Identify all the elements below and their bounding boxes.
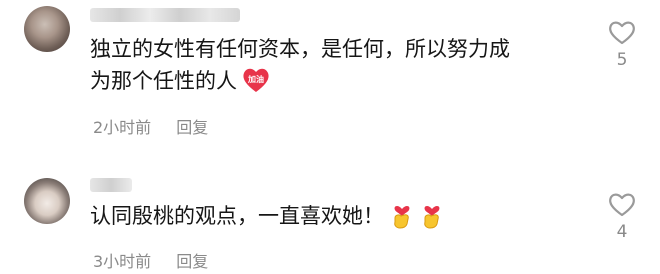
- comment-item: 认同殷桃的观点，一直喜欢她！ 3小时前 回复 4: [0, 150, 660, 274]
- finger-heart-emoji: [420, 200, 444, 230]
- like-button[interactable]: 5: [602, 18, 642, 70]
- timestamp: 3小时前: [93, 252, 152, 271]
- comment-text: 认同殷桃的观点，一直喜欢她！: [90, 200, 444, 232]
- like-count: 4: [616, 222, 628, 242]
- comment-text-line: 独立的女性有任何资本，是任何，所以努力成: [90, 37, 510, 61]
- comment-text-line: 为那个任性的人 加油: [90, 65, 510, 97]
- like-count: 5: [616, 50, 628, 70]
- comment-text-line: 认同殷桃的观点，一直喜欢她！: [90, 200, 444, 232]
- comment-meta: 3小时前 回复: [93, 248, 208, 272]
- comment-item: 独立的女性有任何资本，是任何，所以努力成 为那个任性的人 加油 2小时前 回复 …: [0, 0, 660, 150]
- avatar[interactable]: [24, 178, 70, 224]
- comment-text: 独立的女性有任何资本，是任何，所以努力成 为那个任性的人 加油: [90, 33, 510, 97]
- timestamp: 2小时前: [93, 118, 152, 137]
- cheer-badge-emoji: 加油: [241, 65, 271, 95]
- reply-button[interactable]: 回复: [176, 252, 208, 271]
- heart-outline-icon: [609, 21, 635, 45]
- reply-button[interactable]: 回复: [176, 118, 208, 137]
- badge-text: 加油: [247, 74, 264, 84]
- username-redacted[interactable]: [90, 178, 132, 192]
- comment-meta: 2小时前 回复: [93, 114, 208, 138]
- avatar[interactable]: [24, 6, 70, 52]
- like-button[interactable]: 4: [602, 190, 642, 242]
- heart-outline-icon: [609, 193, 635, 217]
- finger-heart-emoji: [390, 200, 414, 230]
- username-redacted[interactable]: [90, 8, 240, 22]
